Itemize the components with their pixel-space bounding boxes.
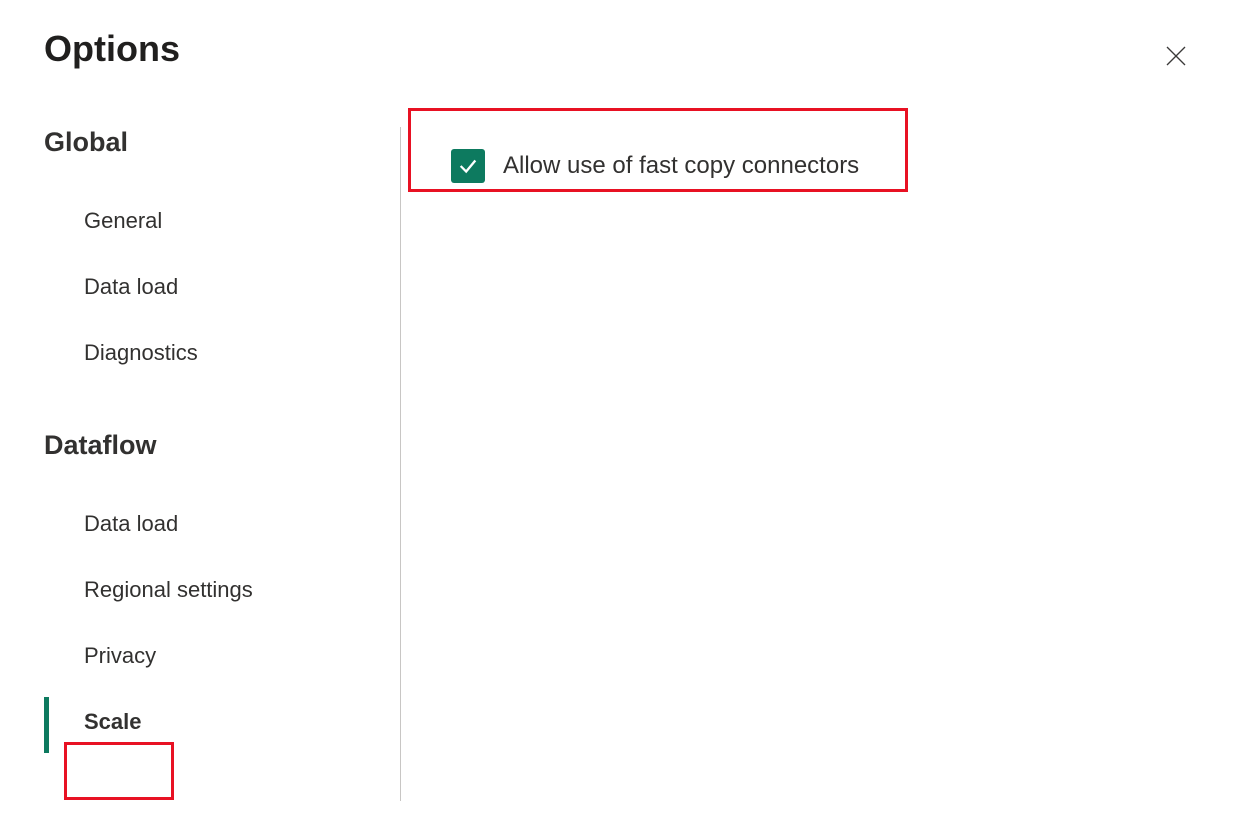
page-title: Options (44, 28, 180, 70)
section-heading-global: Global (44, 127, 400, 158)
sidebar-item-general[interactable]: General (44, 188, 400, 254)
checkmark-icon (457, 155, 479, 177)
sidebar-item-privacy[interactable]: Privacy (44, 623, 400, 689)
fast-copy-label: Allow use of fast copy connectors (503, 152, 859, 180)
options-sidebar: Global General Data load Diagnostics Dat… (44, 127, 400, 801)
close-icon (1164, 44, 1188, 68)
close-button[interactable] (1156, 36, 1196, 79)
sidebar-item-regional-settings[interactable]: Regional settings (44, 557, 400, 623)
sidebar-item-scale[interactable]: Scale (44, 689, 400, 755)
vertical-divider (400, 127, 401, 801)
fast-copy-checkbox[interactable] (451, 149, 485, 183)
options-content: Allow use of fast copy connectors (429, 127, 1196, 801)
sidebar-item-diagnostics[interactable]: Diagnostics (44, 320, 400, 386)
sidebar-item-global-data-load[interactable]: Data load (44, 254, 400, 320)
sidebar-item-dataflow-data-load[interactable]: Data load (44, 491, 400, 557)
fast-copy-option-row: Allow use of fast copy connectors (429, 127, 1196, 205)
section-heading-dataflow: Dataflow (44, 430, 400, 461)
